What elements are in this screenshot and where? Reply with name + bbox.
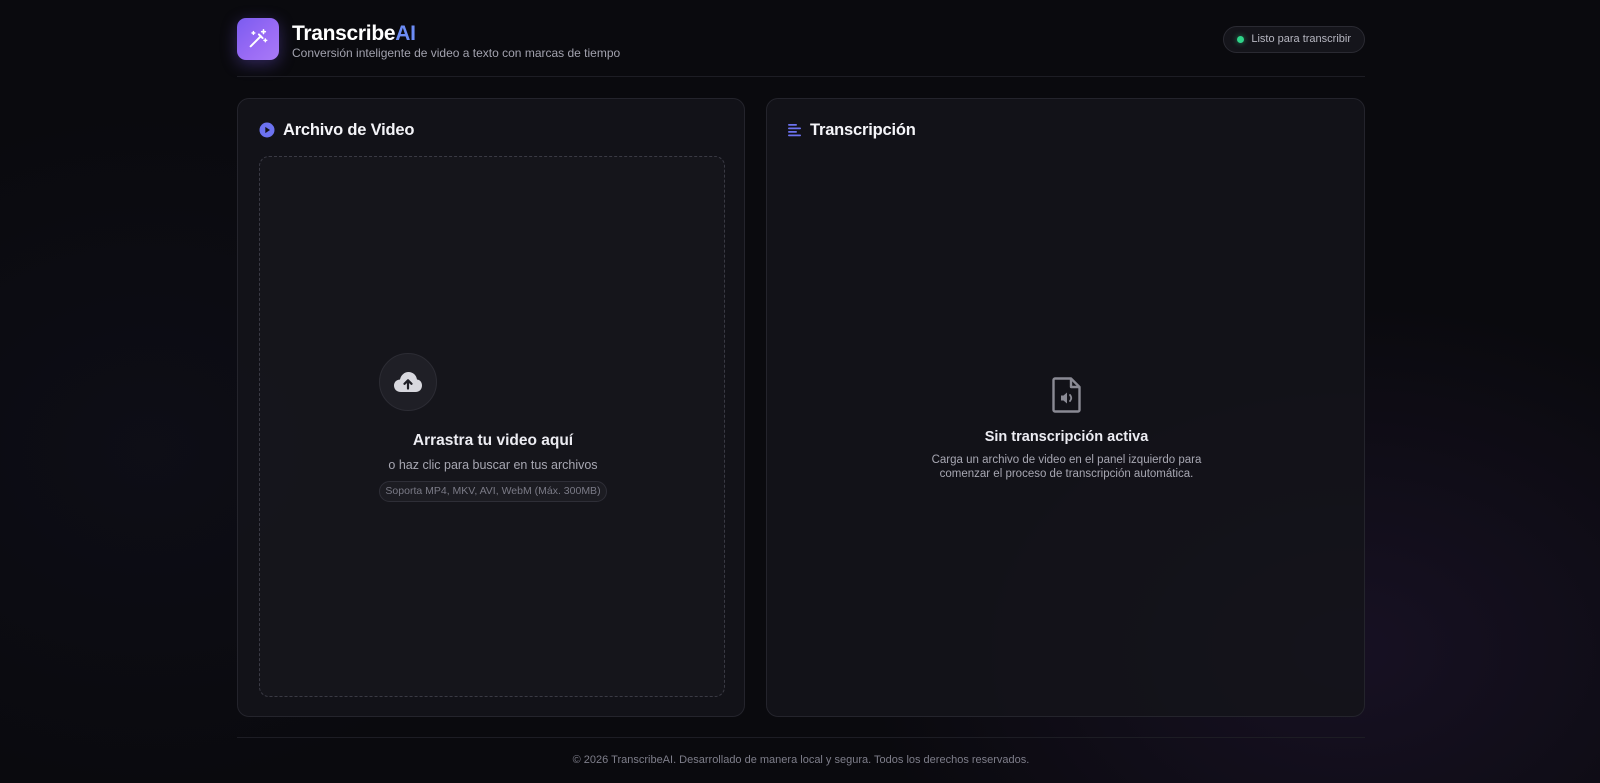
video-panel-title-text: Archivo de Video	[283, 120, 415, 139]
footer-copyright: © 2026 TranscribeAI. Desarrollado de man…	[572, 754, 1030, 766]
dropzone-subtitle: o haz clic para buscar en tus archivos	[388, 458, 598, 472]
status-badge: Listo para transcribir	[1223, 26, 1365, 53]
play-circle-icon	[259, 122, 275, 138]
brand-name-main: Transcribe	[292, 22, 396, 45]
brand-name: TranscribeAI	[292, 21, 416, 47]
align-left-icon	[788, 124, 801, 137]
header-divider	[237, 76, 1365, 77]
transcript-panel-title-text: Transcripción	[810, 120, 916, 139]
upload-icon-container	[379, 353, 437, 411]
brand-tagline: Conversión inteligente de video a texto …	[292, 46, 621, 60]
cloud-upload-icon	[394, 372, 422, 392]
empty-state-title: Sin transcripción activa	[984, 429, 1149, 445]
transcript-panel-title: Transcripción	[788, 119, 916, 141]
app-container: TranscribeAI Conversión inteligente de v…	[237, 0, 1365, 783]
supported-formats-badge: Soporta MP4, MKV, AVI, WebM (Máx. 300MB)	[379, 481, 607, 502]
video-panel-title: Archivo de Video	[259, 119, 414, 141]
transcript-panel: Transcripción Sin transcripción activa C…	[766, 98, 1365, 717]
footer-divider	[237, 737, 1365, 738]
video-dropzone[interactable]: Arrastra tu video aquí o haz clic para b…	[259, 156, 725, 697]
app-header: TranscribeAI Conversión inteligente de v…	[237, 18, 1365, 78]
dropzone-title: Arrastra tu video aquí	[412, 432, 574, 449]
video-panel: Archivo de Video Arrastra tu video aquí …	[237, 98, 745, 717]
magic-wand-icon	[237, 18, 279, 60]
status-label: Listo para transcribir	[1251, 33, 1351, 45]
file-audio-icon	[1052, 377, 1081, 413]
status-dot-icon	[1237, 36, 1245, 43]
empty-state-description: Carga un archivo de video en el panel iz…	[931, 454, 1202, 480]
brand-name-accent: AI	[395, 22, 416, 45]
